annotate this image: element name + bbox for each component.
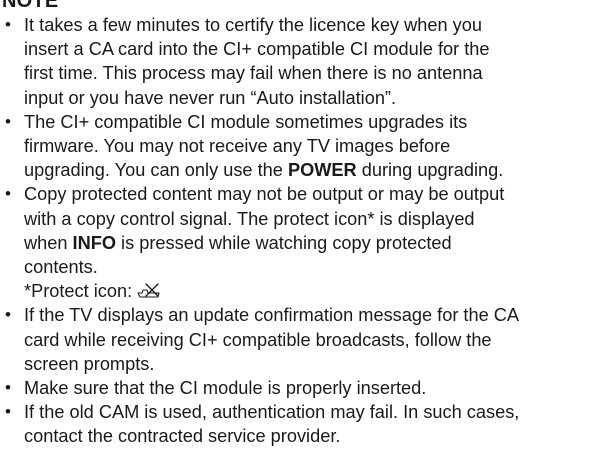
note-section: NOTE • It takes a few minutes to certify… <box>0 0 592 449</box>
bullet-icon: • <box>5 305 11 325</box>
list-item: • If the old CAM is used, authentication… <box>0 400 592 448</box>
bullet-icon: • <box>5 402 11 422</box>
bullet-icon: • <box>5 111 11 131</box>
list-item: • Make sure that the CI module is proper… <box>0 376 592 400</box>
bullet-icon: • <box>5 184 11 204</box>
protect-icon-label: *Protect icon: <box>24 281 138 302</box>
note-text-line: contact the contracted service provider. <box>24 426 341 447</box>
bullet-icon: • <box>5 15 11 34</box>
power-key-label: POWER <box>287 160 357 181</box>
bullet-icon: • <box>5 378 11 398</box>
note-text-line: screen prompts. <box>24 353 155 374</box>
note-text: is pressed while watching copy protected <box>116 232 452 253</box>
note-text-line: The CI+ compatible CI module sometimes u… <box>24 111 468 132</box>
note-text-line: upgrading. You can only use the POWER du… <box>24 158 592 182</box>
list-item: • Copy protected content may not be outp… <box>0 182 592 303</box>
note-text-line: insert a CA card into the CI+ compatible… <box>24 39 490 60</box>
note-text-line: first time. This process may fail when t… <box>24 63 483 84</box>
note-list: • It takes a few minutes to certify the … <box>0 13 592 449</box>
protect-icon-line: *Protect icon: <box>24 279 592 303</box>
note-text-line: If the TV displays an update confirmatio… <box>24 305 520 326</box>
note-text-line: card while receiving CI+ compatible broa… <box>24 329 492 350</box>
note-text-line: when INFO is pressed while watching copy… <box>24 231 592 255</box>
info-key-label: INFO <box>72 232 116 253</box>
note-heading: NOTE <box>2 0 59 12</box>
list-item: • It takes a few minutes to certify the … <box>0 13 592 110</box>
note-text-line: input or you have never run “Auto instal… <box>24 87 397 108</box>
note-text-line: Make sure that the CI module is properly… <box>24 378 427 399</box>
note-text-line: contents. <box>24 257 98 278</box>
list-item: • If the TV displays an update confirmat… <box>0 303 592 376</box>
note-text-line: with a copy control signal. The protect … <box>24 208 475 229</box>
note-text-line: If the old CAM is used, authentication m… <box>24 402 520 423</box>
note-text-line: firmware. You may not receive any TV ima… <box>24 136 451 157</box>
note-text: during upgrading. <box>356 160 504 181</box>
list-item: • The CI+ compatible CI module sometimes… <box>0 110 592 183</box>
protect-icon <box>137 282 163 300</box>
note-text-line: It takes a few minutes to certify the li… <box>24 15 482 35</box>
note-text: when <box>24 232 73 253</box>
note-text-line: Copy protected content may not be output… <box>24 184 505 205</box>
note-text: upgrading. You can only use the <box>24 160 288 181</box>
